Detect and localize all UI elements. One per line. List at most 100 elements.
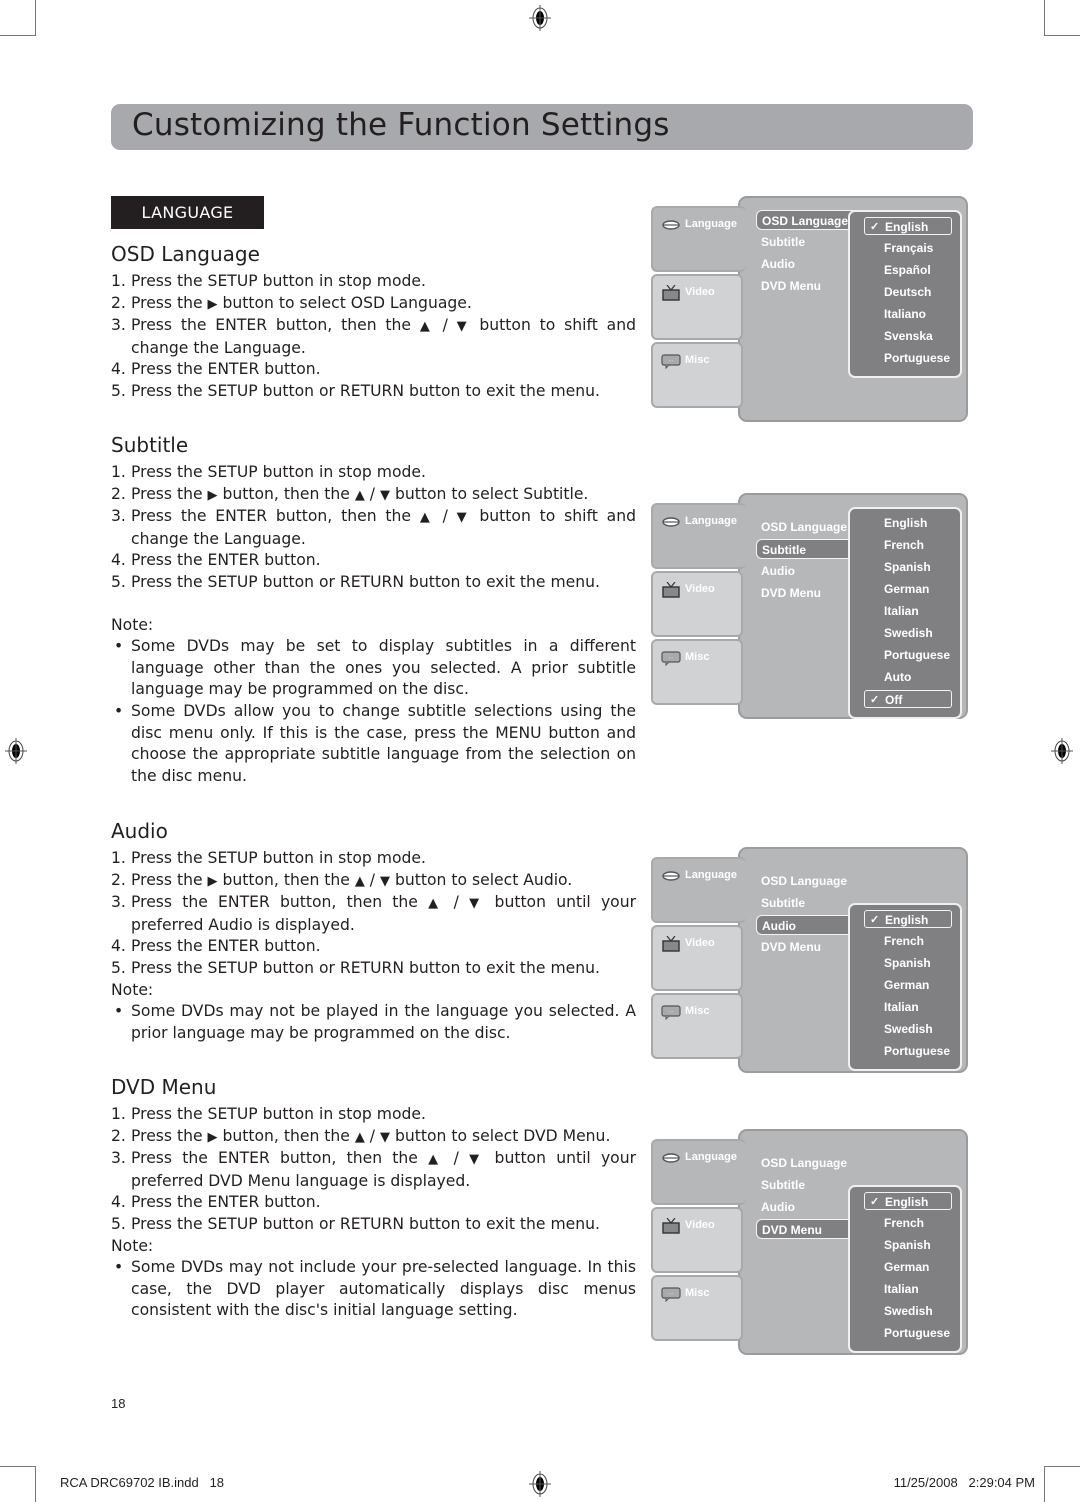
osd-option[interactable]: Français [864,239,952,257]
step-number: 2. [111,484,126,503]
registration-mark-icon [529,1471,551,1497]
registration-mark-icon [529,5,551,31]
osd-option[interactable]: Deutsch [864,283,952,301]
osd-option[interactable]: ✓ English [864,217,952,235]
osd-menu-item[interactable]: Subtitle [756,893,810,913]
footer-timestamp: 11/25/2008 2:29:04 PM [893,1475,1035,1490]
step-item: 2. Press the ▶ button to select OSD Langu… [111,293,636,316]
checkmark-icon: ✓ [870,914,880,926]
osd-menu-item[interactable]: Subtitle [756,539,856,559]
osd-option[interactable]: Swedish [864,1302,952,1320]
osd-menu-item[interactable]: DVD Menu [756,276,826,296]
down-arrow-icon: ▼ [456,510,471,526]
osd-menu-item[interactable]: OSD Language [756,1153,852,1173]
osd-tab-language[interactable]: Language [651,1139,746,1205]
osd-option[interactable]: Portuguese [864,646,952,664]
osd-option[interactable]: Spanish [864,558,952,576]
osd-option-label: German [884,978,930,992]
osd-tab-video[interactable]: Video [651,925,743,991]
osd-option[interactable]: Svenska [864,327,952,345]
osd-option[interactable]: Portuguese [864,349,952,367]
osd-menu-item[interactable]: DVD Menu [756,583,826,603]
osd-tab-label: Language [685,515,737,527]
osd-menu-item[interactable]: Audio [756,915,856,935]
speech-bubble-icon: ··· [661,1286,681,1303]
osd-tab-label: Language [685,869,737,881]
osd-tab-video[interactable]: Video [651,1207,743,1273]
osd-menu-item[interactable]: Audio [756,254,800,274]
osd-option[interactable]: English [864,514,952,532]
osd-option[interactable]: ✓ Off [864,690,952,708]
step-item: 3. Press the ENTER button, then the ▲ / ▼… [111,507,637,548]
osd-option[interactable]: Italiano [864,305,952,323]
up-arrow-icon: ▲ [419,510,434,526]
osd-menu-item[interactable]: OSD Language [756,517,852,537]
osd-option[interactable]: Auto [864,668,952,686]
crop-mark-top-left [0,0,36,36]
osd-option[interactable]: Italian [864,602,952,620]
checkmark-icon: ✓ [870,694,880,706]
osd-tab-language[interactable]: Language [651,503,746,569]
osd-option[interactable]: Swedish [864,1020,952,1038]
osd-menu-item[interactable]: OSD Language [756,871,852,891]
osd-option[interactable]: French [864,1214,952,1232]
up-arrow-icon: ▲ [428,896,444,912]
speech-bubble-icon: ··· [661,353,681,370]
osd-option[interactable]: German [864,1258,952,1276]
down-arrow-icon: ▼ [380,873,391,889]
osd-menu-item[interactable]: DVD Menu [756,1219,856,1239]
up-arrow-icon: ▲ [419,319,434,335]
lips-icon [661,1150,681,1164]
osd-menu-item[interactable]: Audio [756,1197,800,1217]
steps-list: 1. Press the SETUP button in stop mode. 2.… [111,848,636,980]
osd-tab-misc[interactable]: ··· Misc [651,639,743,705]
osd-option[interactable]: Swedish [864,624,952,642]
osd-option[interactable]: German [864,976,952,994]
osd-option-label: Spanish [884,1238,931,1252]
osd-menu-item[interactable]: Audio [756,561,800,581]
tv-icon [661,935,681,952]
osd-option[interactable]: French [864,932,952,950]
down-arrow-icon: ▼ [469,1152,485,1168]
checkmark-icon: ✓ [870,221,880,233]
osd-option[interactable]: French [864,536,952,554]
osd-tab-misc[interactable]: ··· Misc [651,993,743,1059]
section-audio: Audio 1. Press the SETUP button in stop mo… [111,818,636,1044]
osd-option[interactable]: Spanish [864,954,952,972]
osd-option[interactable]: Portuguese [864,1042,952,1060]
note-list: Some DVDs may not be played in the langu… [111,1001,636,1044]
osd-option-label: Auto [884,670,912,684]
osd-menu-item[interactable]: OSD Language [756,210,856,230]
osd-option[interactable]: ✓ English [864,1192,952,1210]
osd-option-label: French [884,538,925,552]
step-item: 3. Press the ENTER button, then the ▲ / ▼… [111,1149,637,1190]
up-arrow-icon: ▲ [354,873,365,889]
osd-option-label: English [884,516,928,530]
osd-option[interactable]: German [864,580,952,598]
note-label: Note: [111,615,154,634]
osd-option-label: English [885,220,929,234]
note-list: Some DVDs may not include your pre-selec… [111,1257,636,1322]
osd-option[interactable]: ✓ English [864,910,952,928]
osd-tab-video[interactable]: Video [651,571,743,637]
osd-menu-item[interactable]: Subtitle [756,232,810,252]
osd-tab-language[interactable]: Language [651,857,746,923]
right-arrow-icon: ▶ [207,296,218,312]
osd-tab-language[interactable]: Language [651,206,746,272]
osd-option[interactable]: Spanish [864,1236,952,1254]
osd-option[interactable]: Portuguese [864,1324,952,1342]
osd-menu-item[interactable]: Subtitle [756,1175,810,1195]
title-bar: Customizing the Function Settings [111,104,973,150]
lips-icon [661,514,681,528]
osd-screen-dvd-menu: Language Video ··· Misc OSD Language Subtitle… [651,1129,971,1355]
osd-option[interactable]: Español [864,261,952,279]
osd-option-label: Español [884,263,931,277]
osd-option[interactable]: Italian [864,1280,952,1298]
osd-menu-item[interactable]: DVD Menu [756,937,826,957]
osd-tab-label: Misc [685,354,710,366]
osd-tab-video[interactable]: Video [651,274,743,340]
osd-option[interactable]: Italian [864,998,952,1016]
osd-tab-misc[interactable]: ··· Misc [651,1275,743,1341]
osd-tab-misc[interactable]: ··· Misc [651,342,743,408]
step-item: 5. Press the SETUP button or RETURN butto… [111,381,636,403]
